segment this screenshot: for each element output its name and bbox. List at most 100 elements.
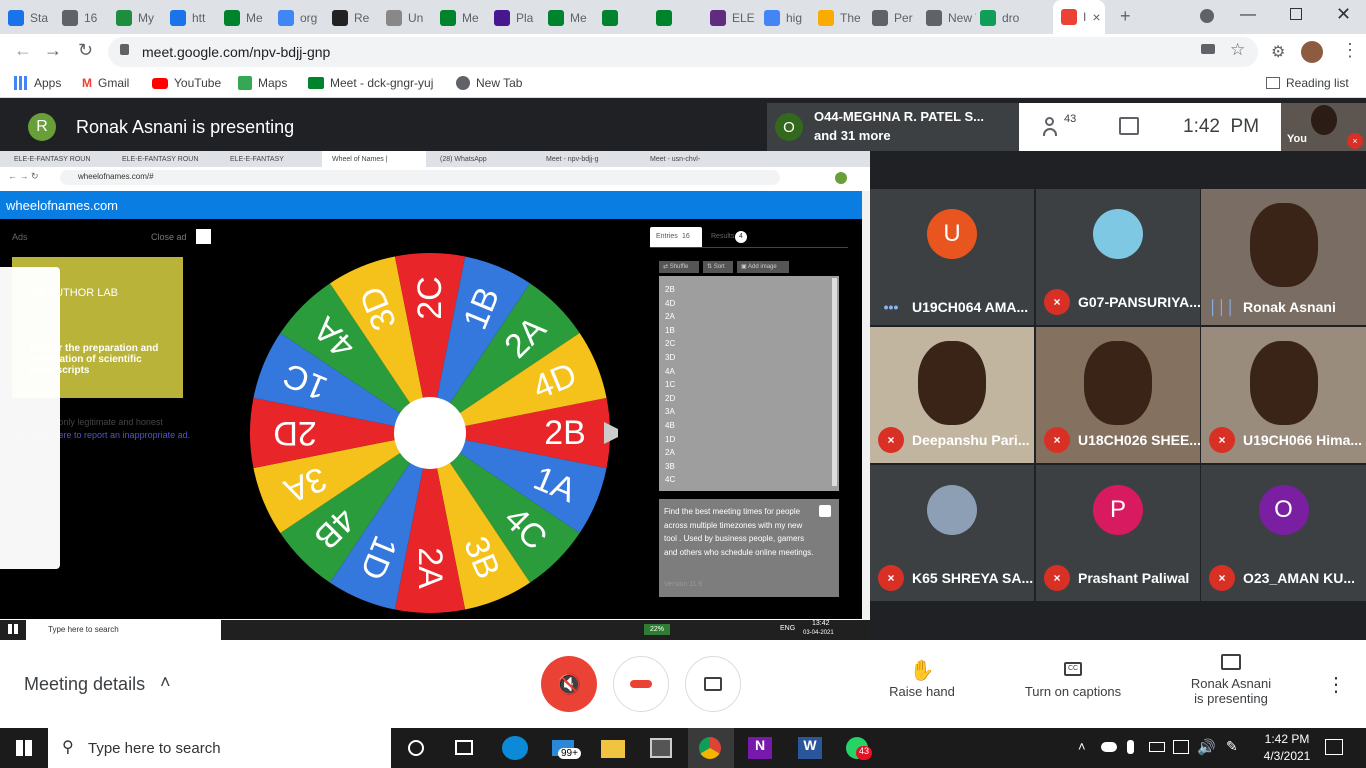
pinned-participant-chip[interactable]: O O44-MEGHNA R. PATEL S... and 31 more (767, 103, 1019, 151)
reload-icon[interactable]: ↻ (78, 40, 93, 61)
maximize-button[interactable] (1290, 8, 1302, 20)
leave-call-button[interactable] (613, 656, 669, 712)
browser-tab[interactable]: hig (764, 5, 814, 30)
browser-tab[interactable]: 16 (62, 5, 112, 30)
bookmark-youtube[interactable]: YouTube (152, 76, 221, 90)
bookmark-gmail[interactable]: M Gmail (82, 76, 129, 90)
windows-start-icon[interactable] (16, 740, 32, 756)
info-box: Find the best meeting times for people a… (659, 499, 839, 597)
battery-icon[interactable] (1149, 742, 1165, 752)
participant-tile[interactable]: │││ Ronak Asnani (1201, 189, 1366, 325)
onenote-icon[interactable]: N (748, 737, 772, 759)
word-icon[interactable]: W (798, 737, 822, 759)
battery-indicator: 22% (644, 624, 670, 635)
bookmark-apps[interactable]: Apps (14, 76, 61, 90)
window-close-button[interactable]: ✕ (1336, 4, 1351, 25)
self-view[interactable]: You × (1281, 103, 1366, 151)
shared-addressbar: ← → ↻ wheelofnames.com/# (0, 167, 870, 189)
tab-search-icon[interactable] (1200, 9, 1214, 23)
browser-tab[interactable]: The (818, 5, 868, 30)
participant-avatar: U (927, 209, 977, 259)
chrome-taskbar-button[interactable] (688, 728, 734, 768)
camera-toggle-button[interactable] (685, 656, 741, 712)
raise-hand-button[interactable]: ✋ Raise hand (872, 658, 972, 699)
extensions-icon[interactable]: ⚙ (1271, 42, 1285, 62)
participant-name: U19CH064 AMA... (912, 299, 1029, 315)
store-icon[interactable] (650, 738, 672, 758)
browser-tab[interactable]: Me (440, 5, 490, 30)
file-explorer-icon[interactable] (601, 740, 625, 758)
more-options-icon[interactable]: ⋮ (1326, 672, 1346, 697)
presenting-button[interactable]: Ronak Asnani is presenting (1172, 654, 1290, 706)
bookmark-maps[interactable]: Maps (238, 76, 287, 90)
mic-off-icon: × (878, 427, 904, 453)
info-close-icon (819, 505, 831, 517)
meeting-details-button[interactable]: Meeting details (24, 674, 145, 695)
network-icon[interactable] (1173, 740, 1189, 754)
close-tab-icon[interactable]: × (1092, 9, 1100, 25)
browser-tab[interactable]: I × (1053, 0, 1105, 34)
browser-tab[interactable]: Me (548, 5, 598, 30)
mic-toggle-button[interactable]: 🔇 (541, 656, 597, 712)
browser-tab[interactable]: New Ta (926, 5, 976, 30)
camera-icon[interactable] (1201, 44, 1215, 54)
microphone-tray-icon[interactable] (1127, 740, 1134, 754)
pen-icon[interactable]: ✎ (1226, 738, 1238, 755)
chrome-menu-icon[interactable]: ⋮ (1341, 40, 1359, 61)
taskbar-search[interactable]: ⚲ Type here to search (48, 728, 391, 768)
participant-tile[interactable]: × Deepanshu Pari... (870, 327, 1034, 463)
new-tab-button[interactable]: + (1120, 6, 1131, 27)
edge-icon[interactable] (502, 736, 528, 760)
browser-tab[interactable]: htt (170, 5, 220, 30)
browser-tab[interactable]: Re (332, 5, 382, 30)
entry-item: 2B (665, 285, 675, 294)
add-image-button: ▣ Add image (737, 261, 789, 273)
browser-tab[interactable]: Pla (494, 5, 544, 30)
cortana-icon[interactable] (408, 740, 424, 756)
browser-tab[interactable]: Sta (8, 5, 58, 30)
participant-tile[interactable]: × G07-PANSURIYA... (1036, 189, 1200, 325)
chat-icon[interactable] (1119, 117, 1139, 135)
mic-off-icon: × (1209, 565, 1235, 591)
participant-tile[interactable]: O × O23_AMAN KU... (1201, 465, 1366, 601)
chevron-up-icon[interactable]: ˄ (160, 672, 171, 693)
results-tab-label: Results (711, 233, 735, 240)
captions-button[interactable]: CC Turn on captions (1012, 662, 1134, 699)
minimize-button[interactable]: — (1240, 6, 1256, 24)
browser-tab[interactable]: org (278, 5, 328, 30)
participant-tile[interactable]: × U18CH026 SHEE... (1036, 327, 1200, 463)
browser-tab[interactable]: Me (224, 5, 274, 30)
task-view-icon[interactable] (455, 740, 473, 755)
participant-tile[interactable]: U ••• U19CH064 AMA... (870, 189, 1034, 325)
bookmark-newtab[interactable]: New Tab (456, 76, 522, 90)
browser-tab[interactable] (656, 5, 706, 30)
participant-name-row: × G07-PANSURIYA... (1044, 289, 1200, 315)
profile-avatar[interactable] (1301, 41, 1323, 63)
browser-tab[interactable] (602, 5, 652, 30)
volume-icon[interactable]: 🔊 (1197, 738, 1216, 756)
tab-title: Me (462, 10, 479, 25)
browser-tab[interactable]: dro (980, 5, 1030, 30)
browser-tab[interactable]: ELE (710, 5, 760, 30)
reading-list[interactable]: Reading list (1266, 76, 1349, 90)
browser-tab[interactable]: Per (872, 5, 922, 30)
browser-tab[interactable]: Un (386, 5, 436, 30)
participant-tile[interactable]: × K65 SHREYA SA... (870, 465, 1034, 601)
lock-icon (120, 44, 129, 55)
participant-tile[interactable]: × U19CH066 Hima... (1201, 327, 1366, 463)
shared-tabstrip: ELE-E-FANTASY ROUN ELE-E-FANTASY ROUN ELE-… (0, 151, 870, 167)
mic-off-icon: × (1209, 427, 1235, 453)
participant-tile[interactable]: P × Prashant Paliwal (1036, 465, 1200, 601)
tab-favicon-icon (764, 9, 780, 26)
browser-tab[interactable]: My (116, 5, 166, 30)
omnibox[interactable]: meet.google.com/npv-bdjj-gnp ☆ (108, 37, 1258, 67)
entry-item: 2D (665, 393, 676, 403)
star-icon[interactable]: ☆ (1230, 40, 1245, 60)
forward-arrow-icon[interactable]: → (44, 40, 62, 61)
presenting-line-2: is presenting (1194, 691, 1268, 706)
bookmark-meet[interactable]: Meet - dck-gngr-yuj (308, 76, 433, 90)
back-arrow-icon[interactable]: ← (14, 40, 32, 61)
tray-chevron-icon[interactable]: ˄ (1078, 739, 1086, 754)
notifications-icon[interactable] (1325, 739, 1343, 755)
onedrive-icon[interactable] (1101, 742, 1117, 752)
